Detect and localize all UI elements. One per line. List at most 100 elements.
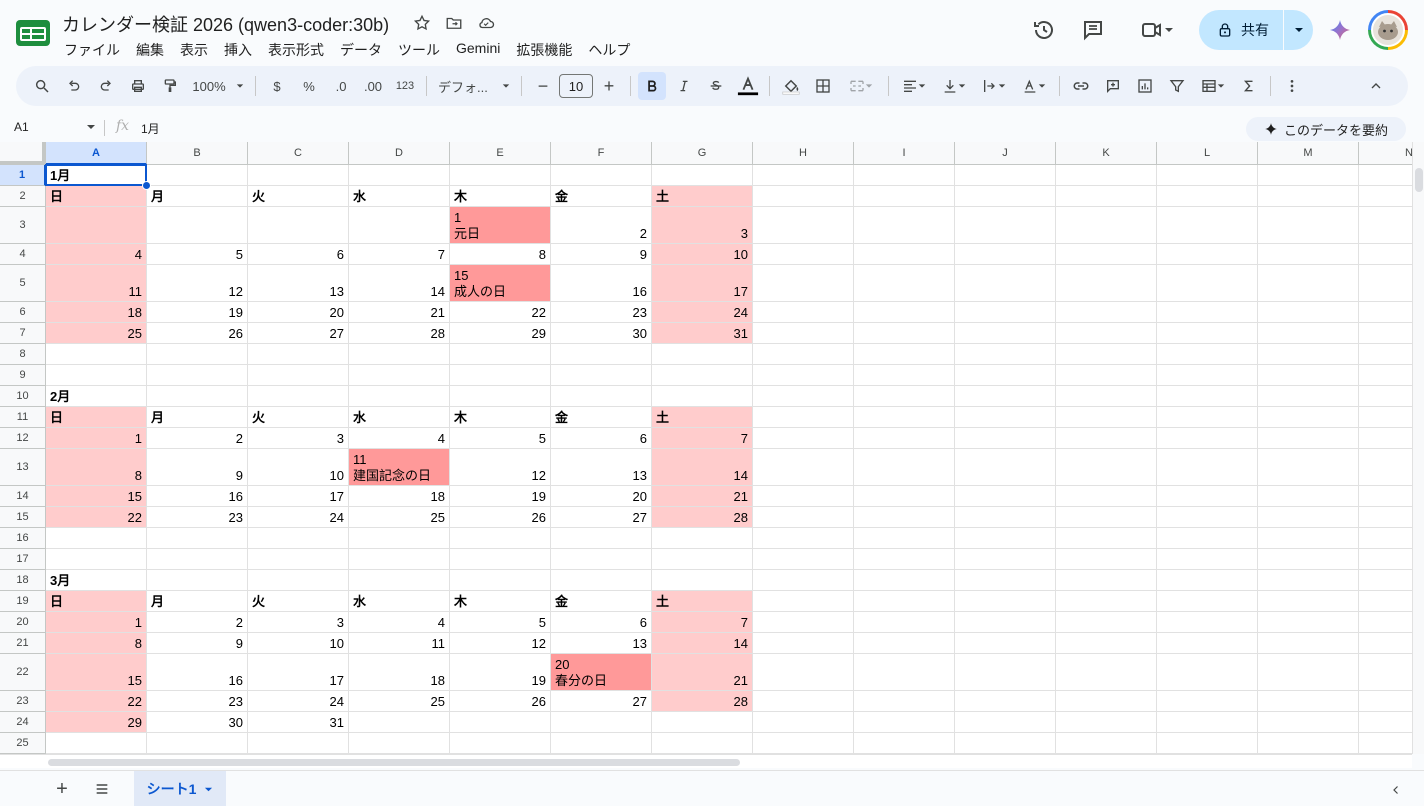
grid-cell[interactable]: 土 (652, 186, 752, 206)
increase-decimal-button[interactable]: .00 (359, 72, 387, 100)
menu-edit[interactable]: 編集 (128, 38, 172, 62)
grid-cell[interactable]: 27 (551, 691, 651, 711)
grid-cell[interactable]: 13 (248, 265, 348, 301)
cloud-status-icon[interactable] (475, 12, 497, 34)
grid-cell[interactable]: 14 (652, 633, 752, 653)
grid-cell[interactable]: 14 (652, 449, 752, 485)
column-header-n[interactable]: N (1359, 142, 1412, 165)
grid-cell[interactable]: 11 (46, 265, 146, 301)
grid-cell[interactable]: 10 (248, 633, 348, 653)
grid-cell[interactable]: 21 (652, 486, 752, 506)
grid-cell[interactable]: 20 (551, 486, 651, 506)
row-header-21[interactable]: 21 (0, 633, 46, 654)
menu-data[interactable]: データ (332, 38, 390, 62)
grid-cell[interactable]: 金 (551, 186, 651, 206)
move-folder-icon[interactable] (443, 12, 465, 34)
grid-cell[interactable]: 3 (248, 428, 348, 448)
grid-cell[interactable]: 13 (551, 633, 651, 653)
share-dropdown[interactable] (1284, 10, 1313, 50)
star-icon[interactable] (411, 12, 433, 34)
grid-cell[interactable] (46, 207, 146, 243)
row-header-6[interactable]: 6 (0, 302, 46, 323)
grid-cell[interactable]: 27 (248, 323, 348, 343)
grid-cell[interactable]: 16 (147, 486, 247, 506)
name-box[interactable]: A1 (14, 120, 29, 134)
grid-cell[interactable]: 15 (46, 486, 146, 506)
grid-cell[interactable]: 7 (652, 612, 752, 632)
grid-cell[interactable]: 10 (652, 244, 752, 264)
column-header-i[interactable]: I (854, 142, 955, 165)
horizontal-scrollbar[interactable] (0, 754, 1412, 768)
column-header-d[interactable]: D (349, 142, 450, 165)
grid-cell[interactable]: 7 (652, 428, 752, 448)
menu-file[interactable]: ファイル (56, 38, 128, 62)
column-header-c[interactable]: C (248, 142, 349, 165)
grid-cell[interactable]: 26 (450, 691, 550, 711)
grid-cell[interactable]: 22 (46, 507, 146, 527)
grid-cell[interactable]: 16 (551, 265, 651, 301)
decrease-decimal-button[interactable]: .0 (327, 72, 355, 100)
grid-cell[interactable]: 2 (551, 207, 651, 243)
percent-format-button[interactable]: % (295, 72, 323, 100)
summarize-data-button[interactable]: このデータを要約 (1246, 117, 1406, 141)
row-header-10[interactable]: 10 (0, 386, 46, 407)
grid-cell[interactable]: 27 (551, 507, 651, 527)
grid-cell[interactable]: 16 (147, 654, 247, 690)
grid-cell[interactable]: 28 (349, 323, 449, 343)
row-header-17[interactable]: 17 (0, 549, 46, 570)
grid-cell[interactable]: 25 (349, 691, 449, 711)
column-header-j[interactable]: J (955, 142, 1056, 165)
grid-cell[interactable]: 17 (652, 265, 752, 301)
decrease-font-size-button[interactable]: − (529, 72, 557, 100)
grid-cell[interactable]: 21 (349, 302, 449, 322)
grid-cell[interactable]: 23 (551, 302, 651, 322)
grid-cell[interactable]: 日 (46, 407, 146, 427)
grid-cell[interactable]: 24 (248, 507, 348, 527)
grid-cell[interactable]: 28 (652, 507, 752, 527)
grid-cell[interactable]: 2 (147, 612, 247, 632)
column-header-e[interactable]: E (450, 142, 551, 165)
grid-cell[interactable]: 日 (46, 186, 146, 206)
column-header-k[interactable]: K (1056, 142, 1157, 165)
grid-cell[interactable]: 19 (450, 654, 550, 690)
menu-format[interactable]: 表示形式 (260, 38, 332, 62)
collapse-toolbar-button[interactable] (1362, 72, 1390, 100)
vertical-align-button[interactable] (936, 72, 972, 100)
column-header-g[interactable]: G (652, 142, 753, 165)
grid-cell[interactable]: 13 (551, 449, 651, 485)
grid-cell[interactable]: 金 (551, 591, 651, 611)
version-history-icon[interactable] (1030, 13, 1058, 47)
grid-cell[interactable]: 25 (46, 323, 146, 343)
grid-cell[interactable]: 17 (248, 654, 348, 690)
vertical-scroll-thumb[interactable] (1415, 168, 1423, 192)
row-header-13[interactable]: 13 (0, 449, 46, 486)
column-header-l[interactable]: L (1157, 142, 1258, 165)
grid-cell[interactable]: 土 (652, 407, 752, 427)
insert-link-button[interactable] (1067, 72, 1095, 100)
grid-cell[interactable]: 17 (248, 486, 348, 506)
row-header-19[interactable]: 19 (0, 591, 46, 612)
grid-cell[interactable]: 9 (147, 633, 247, 653)
grid-cell[interactable]: 8 (450, 244, 550, 264)
grid-cell[interactable]: 6 (248, 244, 348, 264)
insert-comment-button[interactable] (1099, 72, 1127, 100)
grid-cell[interactable]: 9 (551, 244, 651, 264)
grid-cell[interactable]: 4 (46, 244, 146, 264)
menu-extensions[interactable]: 拡張機能 (508, 38, 580, 62)
grid-cell[interactable]: 6 (551, 612, 651, 632)
text-rotation-button[interactable] (1016, 72, 1052, 100)
grid-cell[interactable]: 26 (147, 323, 247, 343)
zoom-select[interactable]: 100% (188, 72, 248, 100)
grid-cell[interactable]: 水 (349, 186, 449, 206)
grid-cell[interactable]: 4 (349, 612, 449, 632)
insert-chart-button[interactable] (1131, 72, 1159, 100)
grid-cell[interactable]: 木 (450, 591, 550, 611)
grid-cell[interactable]: 26 (450, 507, 550, 527)
grid-cell[interactable]: 23 (147, 691, 247, 711)
grid-cell[interactable]: 3 (652, 207, 752, 243)
search-menus-button[interactable] (28, 72, 56, 100)
row-header-12[interactable]: 12 (0, 428, 46, 449)
filter-views-button[interactable] (1195, 72, 1231, 100)
account-avatar[interactable] (1368, 10, 1408, 50)
currency-format-button[interactable]: $ (263, 72, 291, 100)
